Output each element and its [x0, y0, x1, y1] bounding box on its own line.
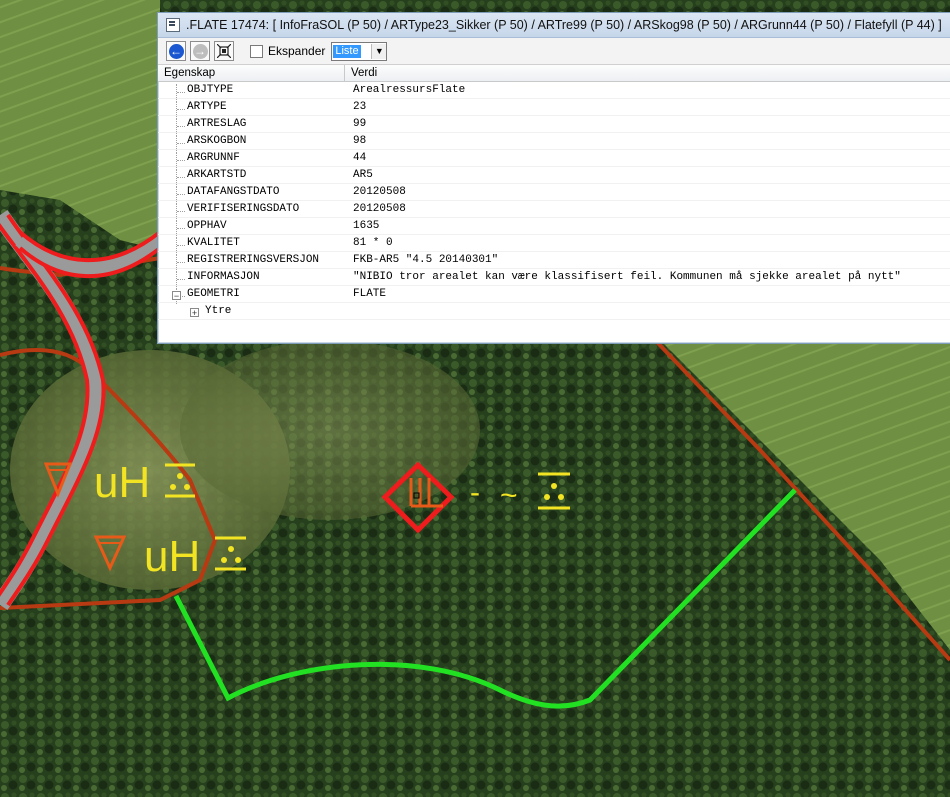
property-value-cell: AR5 — [324, 169, 373, 181]
property-name-cell: OBJTYPE — [158, 84, 324, 100]
property-value: 81 * 0 — [353, 237, 393, 249]
feature-info-window[interactable]: .FLATE 17474: [ InfoFraSOL (P 50) / ARTy… — [157, 12, 950, 344]
property-name-cell: REGISTRERINGSVERSJON — [158, 254, 324, 270]
chevron-down-icon[interactable]: ▼ — [371, 43, 387, 59]
expand-icon[interactable]: + — [190, 308, 199, 318]
property-name-cell: KVALITET — [158, 237, 324, 253]
zoom-to-extent-icon — [217, 44, 231, 58]
back-button[interactable]: ← — [166, 41, 186, 61]
column-header-value[interactable]: Verdi — [345, 65, 950, 81]
view-mode-value: Liste — [333, 44, 361, 58]
property-name-cell: ARKARTSTD — [158, 169, 324, 185]
property-value: "NIBIO tror arealet kan være klassifiser… — [353, 271, 901, 283]
property-value-cell: 99 — [324, 118, 366, 130]
property-name: ARKARTSTD — [187, 169, 247, 181]
property-name: ARTYPE — [187, 101, 227, 113]
table-row[interactable]: ARGRUNNF 44 — [158, 150, 950, 168]
property-name: ARSKOGBON — [187, 135, 247, 147]
property-grid: OBJTYPE ArealressursFlate ARTYPE 23 ARTRESLA… — [158, 82, 950, 320]
table-row[interactable]: OBJTYPE ArealressursFlate — [158, 82, 950, 100]
symbol-tilde: ~ — [500, 479, 518, 512]
expand-checkbox[interactable] — [250, 44, 263, 58]
property-name-cell: − GEOMETRI — [158, 288, 324, 304]
view-mode-select[interactable]: Liste ▼ — [331, 41, 388, 61]
table-row[interactable]: KVALITET 81 * 0 — [158, 235, 950, 253]
symbol-label-uh-bottom: uH — [144, 532, 200, 581]
tree-node-label: Ytre — [205, 305, 232, 317]
property-value-cell: 81 * 0 — [324, 237, 393, 249]
property-name-cell: ARTRESLAG — [158, 118, 324, 134]
property-name: OPPHAV — [187, 220, 227, 232]
property-value: ArealressursFlate — [353, 84, 466, 96]
table-row[interactable]: ARTYPE 23 — [158, 99, 950, 117]
column-header-property[interactable]: Egenskap — [158, 65, 345, 81]
table-row[interactable]: REGISTRERINGSVERSJON FKB-AR5 "4.5 2014030… — [158, 252, 950, 270]
property-name: INFORMASJON — [187, 271, 260, 283]
property-name: ARGRUNNF — [187, 152, 240, 164]
property-name: GEOMETRI — [187, 288, 240, 300]
property-name-cell: INFORMASJON — [158, 271, 324, 287]
grid-header: Egenskap Verdi — [158, 65, 950, 82]
property-value-cell: 1635 — [324, 220, 379, 232]
property-value: AR5 — [353, 169, 373, 181]
property-value: 44 — [353, 152, 367, 164]
property-value: 98 — [353, 135, 367, 147]
property-value: FLATE — [353, 288, 387, 300]
table-row[interactable]: − GEOMETRI FLATE — [158, 286, 950, 304]
property-name: VERIFISERINGSDATO — [187, 203, 300, 215]
property-value-cell: 44 — [324, 152, 366, 164]
property-name-cell: DATAFANGSTDATO — [158, 186, 324, 202]
arrow-right-icon: → — [192, 43, 208, 59]
property-value: 20120508 — [353, 203, 406, 215]
table-row[interactable]: VERIFISERINGSDATO 20120508 — [158, 201, 950, 219]
property-value-cell: 98 — [324, 135, 366, 147]
property-name-cell: ARTYPE — [158, 101, 324, 117]
property-value-cell: 20120508 — [324, 186, 406, 198]
property-name: REGISTRERINGSVERSJON — [187, 254, 320, 266]
property-name: KVALITET — [187, 237, 240, 249]
forward-button[interactable]: → — [190, 41, 210, 61]
property-value-cell: ArealressursFlate — [324, 84, 465, 96]
property-name-cell: + Ytre — [158, 305, 324, 318]
collapse-icon[interactable]: − — [172, 291, 181, 301]
property-value-cell: FLATE — [324, 288, 386, 300]
table-row[interactable]: INFORMASJON "NIBIO tror arealet kan være … — [158, 269, 950, 287]
zoom-to-feature-button[interactable] — [214, 41, 234, 61]
table-row[interactable]: ARSKOGBON 98 — [158, 133, 950, 151]
symbol-dash: - — [470, 476, 480, 509]
table-row[interactable]: ARKARTSTD AR5 — [158, 167, 950, 185]
window-titlebar[interactable]: .FLATE 17474: [ InfoFraSOL (P 50) / ARTy… — [158, 13, 950, 38]
property-value: FKB-AR5 "4.5 20140301" — [353, 254, 499, 266]
symbol-label-uh-top: uH — [94, 458, 150, 507]
property-value: 1635 — [353, 220, 380, 232]
property-value: 20120508 — [353, 186, 406, 198]
table-row[interactable]: OPPHAV 1635 — [158, 218, 950, 236]
expand-label: Ekspander — [268, 44, 326, 58]
property-value: 99 — [353, 118, 367, 130]
property-value-cell: "NIBIO tror arealet kan være klassifiser… — [324, 271, 901, 283]
property-name: ARTRESLAG — [187, 118, 247, 130]
table-row[interactable]: DATAFANGSTDATO 20120508 — [158, 184, 950, 202]
property-name: DATAFANGSTDATO — [187, 186, 280, 198]
property-value-cell: 20120508 — [324, 203, 406, 215]
property-name-cell: VERIFISERINGSDATO — [158, 203, 324, 219]
property-name-cell: ARGRUNNF — [158, 152, 324, 168]
toolbar: ← → Ekspander Liste ▼ — [158, 38, 950, 65]
property-value-cell: FKB-AR5 "4.5 20140301" — [324, 254, 498, 266]
property-value-cell: 23 — [324, 101, 366, 113]
window-app-icon — [166, 18, 180, 32]
arrow-left-icon: ← — [168, 43, 184, 59]
property-name: OBJTYPE — [187, 84, 234, 96]
property-name-cell: ARSKOGBON — [158, 135, 324, 151]
property-value: 23 — [353, 101, 367, 113]
tree-node-row[interactable]: + Ytre — [158, 303, 950, 320]
table-row[interactable]: ARTRESLAG 99 — [158, 116, 950, 134]
window-title: .FLATE 17474: [ InfoFraSOL (P 50) / ARTy… — [186, 18, 942, 32]
property-name-cell: OPPHAV — [158, 220, 324, 236]
